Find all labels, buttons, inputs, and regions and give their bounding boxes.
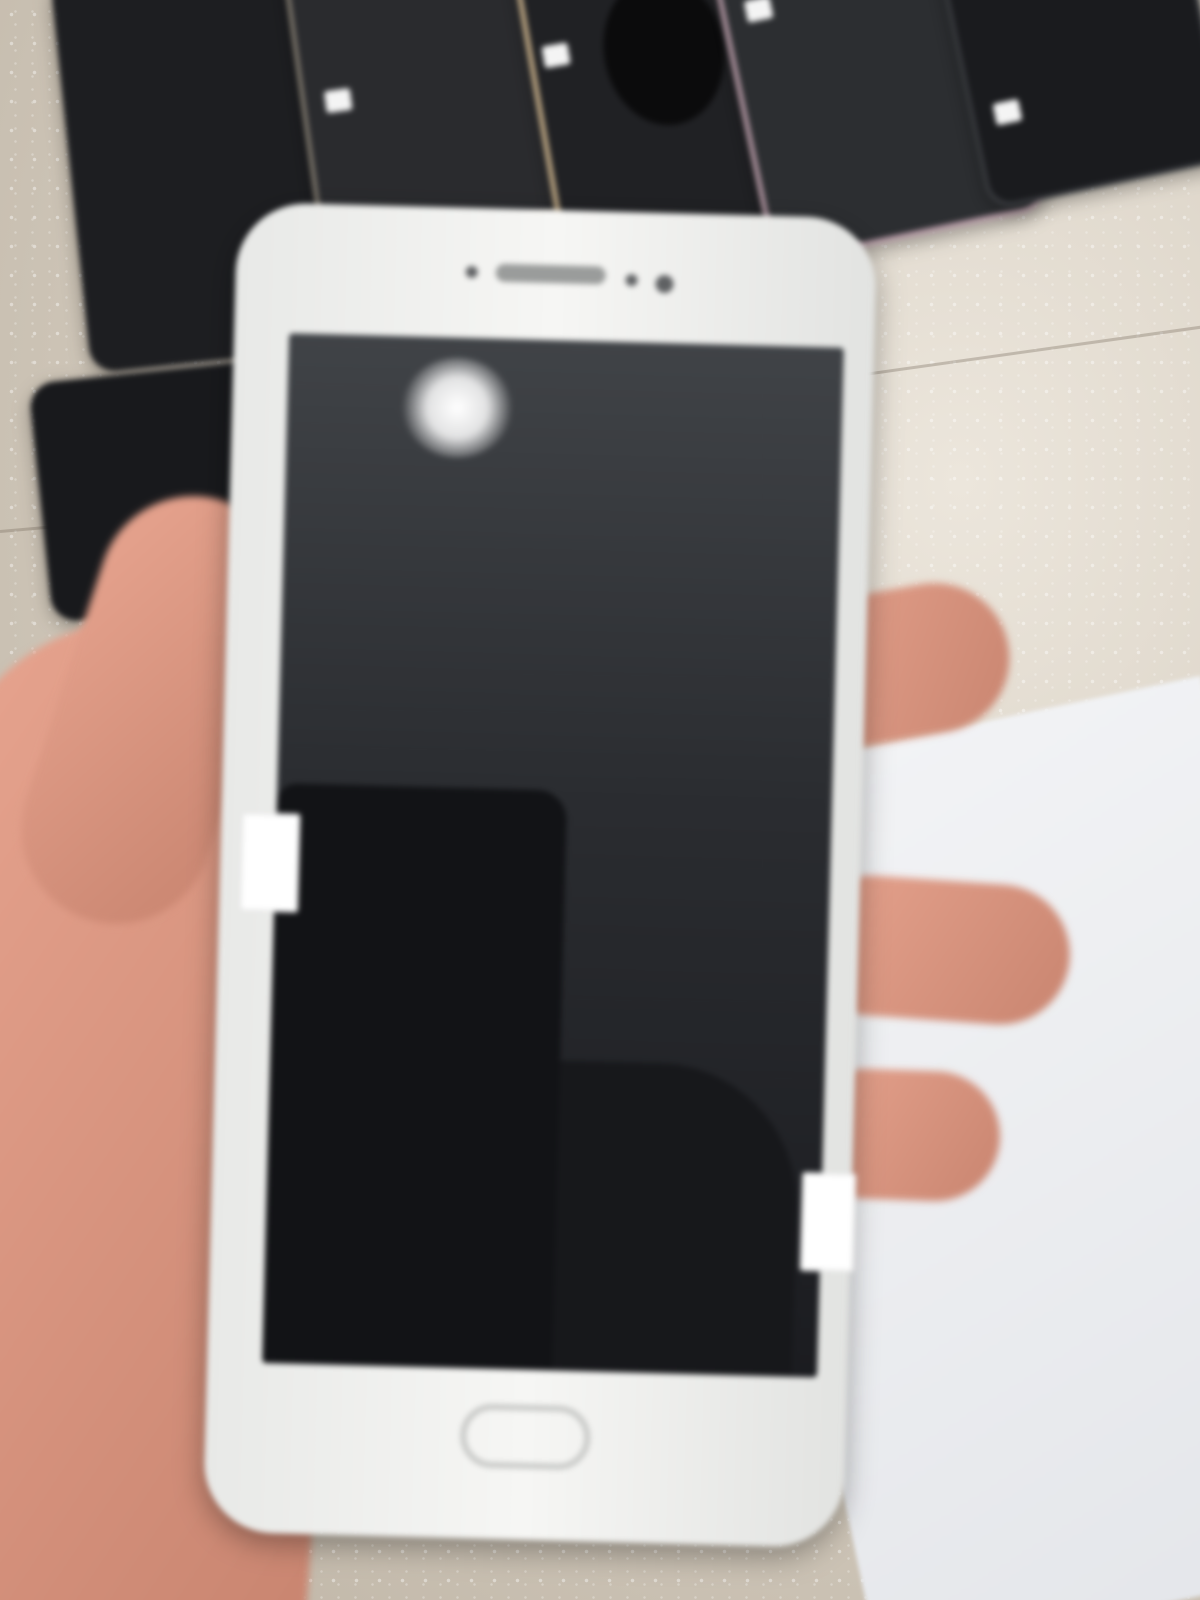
dark-reflection bbox=[262, 783, 568, 1371]
price-tag bbox=[323, 87, 353, 114]
white-smartphone bbox=[202, 201, 878, 1549]
proximity-sensor bbox=[625, 274, 638, 287]
photo-scene bbox=[0, 0, 1200, 1600]
front-flash bbox=[465, 265, 478, 279]
front-camera bbox=[655, 274, 674, 294]
light-glare bbox=[400, 356, 514, 460]
phone-screen bbox=[262, 333, 844, 1378]
earpiece bbox=[495, 263, 606, 285]
camera-reflection bbox=[591, 0, 737, 135]
right-sticker bbox=[799, 1171, 857, 1273]
price-tag bbox=[541, 42, 571, 69]
price-tag bbox=[992, 98, 1023, 126]
price-tag bbox=[743, 0, 774, 23]
home-button bbox=[459, 1403, 592, 1471]
left-sticker bbox=[238, 812, 301, 913]
